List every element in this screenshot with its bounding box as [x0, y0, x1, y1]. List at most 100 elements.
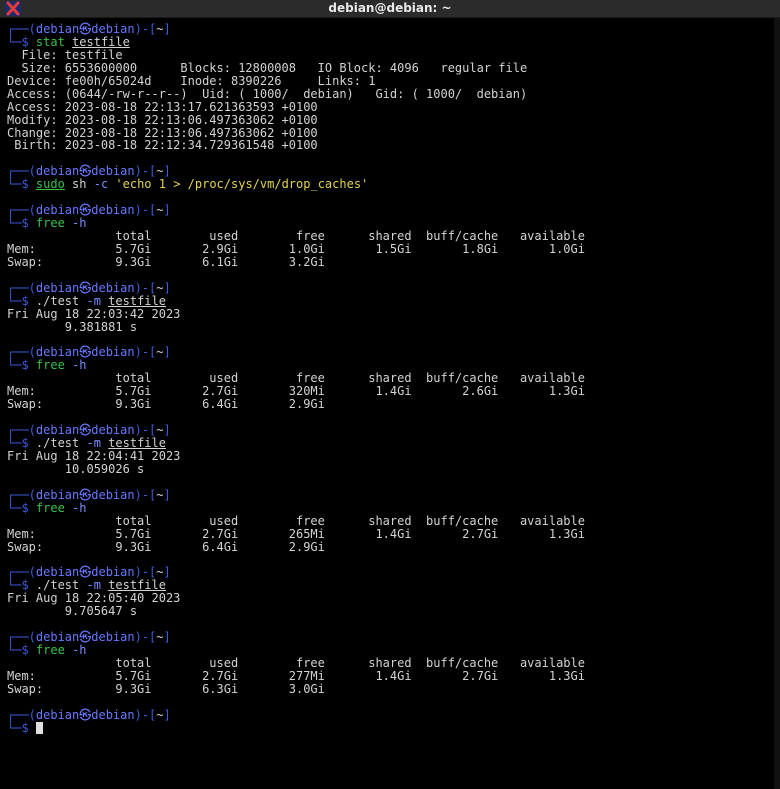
- command-line: └─$ free -h: [7, 644, 585, 657]
- prompt-user-host: debian㉿debian: [35, 487, 135, 502]
- prompt-user-host: debian㉿debian: [35, 630, 135, 645]
- command-token: sudo: [35, 177, 65, 192]
- terminal-lines: ┌──(debian㉿debian)-[~] └─$ stat testfile …: [7, 23, 585, 735]
- command-token: -m: [86, 293, 101, 308]
- terminal-output[interactable]: ┌──(debian㉿debian)-[~] └─$ stat testfile …: [0, 18, 774, 789]
- command-token: ./test: [35, 578, 80, 593]
- command-token: ./test: [35, 436, 80, 450]
- command-token: -m: [86, 578, 101, 593]
- output-line: Fri Aug 18 22:04:41 2023: [7, 448, 181, 463]
- prompt-arrow: └─$: [7, 578, 36, 593]
- prompt-line: ┌──(debian㉿debian)-[~]: [7, 204, 585, 217]
- command-token: -h: [72, 216, 87, 231]
- output-line: total used free shared buff/cache availa…: [7, 655, 585, 670]
- command-token: [65, 501, 72, 515]
- prompt-bracket: ┌──(: [7, 280, 36, 295]
- command-token: ./test: [35, 293, 80, 308]
- prompt-line: ┌──(debian㉿debian)-[~]: [7, 707, 585, 722]
- prompt-cwd: ~: [156, 487, 164, 502]
- command-token: sh: [64, 177, 94, 192]
- prompt-cwd: ~: [156, 630, 164, 645]
- command-token: testfile: [72, 34, 130, 49]
- output-line: Size: 6553600000 Blocks: 12800008 IO Blo…: [7, 60, 528, 75]
- command-token: testfile: [108, 578, 166, 593]
- command-token: -h: [72, 500, 87, 515]
- command-token: [65, 35, 72, 49]
- output-line: File: testfile: [7, 47, 123, 62]
- output-line: Swap: 9.3Gi 6.4Gi 2.9Gi: [7, 397, 325, 412]
- command-token: free: [35, 643, 65, 657]
- scrollbar[interactable]: [774, 18, 780, 789]
- prompt-cwd: ~: [156, 203, 164, 218]
- prompt-bracket: ┌──(: [7, 423, 36, 438]
- prompt-arrow: └─$: [7, 216, 36, 231]
- prompt-bracket: ]: [163, 203, 171, 218]
- command-line: └─$ sudo sh -c 'echo 1 > /proc/sys/vm/dr…: [7, 178, 585, 191]
- prompt-user-host: debian㉿debian: [35, 22, 135, 36]
- command-token: testfile: [108, 436, 166, 450]
- output-line: Modify: 2023-08-18 22:13:06.497363062 +0…: [7, 112, 318, 127]
- command-token: free: [35, 358, 65, 373]
- command-token: 'echo 1 > /proc/sys/vm/drop_caches': [115, 177, 369, 192]
- command-token: free: [35, 216, 65, 231]
- command-token: stat: [35, 34, 65, 49]
- prompt-bracket: ]: [163, 22, 171, 36]
- command-token: testfile: [108, 293, 166, 308]
- prompt-line: ┌──(debian㉿debian)-[~]: [7, 346, 585, 359]
- prompt-bracket: ┌──(: [7, 487, 36, 502]
- command-token: [79, 578, 86, 592]
- prompt-bracket: ]: [163, 630, 171, 645]
- output-line: 9.705647 s: [7, 604, 138, 619]
- prompt-bracket: )-[: [134, 630, 157, 645]
- prompt-bracket: ]: [163, 487, 171, 502]
- prompt-user-host: debian㉿debian: [35, 423, 135, 438]
- prompt-line: ┌──(debian㉿debian)-[~]: [7, 631, 585, 644]
- prompt-bracket: ┌──(: [7, 630, 36, 645]
- output-line: 10.059026 s: [7, 461, 145, 476]
- command-line: └─$ stat testfile: [7, 34, 585, 49]
- prompt-bracket: )-[: [134, 345, 157, 360]
- prompt-bracket: ]: [163, 345, 171, 360]
- output-line: 9.381881 s: [7, 319, 138, 334]
- prompt-arrow: └─$: [7, 34, 36, 49]
- prompt-bracket: )-[: [134, 707, 157, 722]
- output-line: Swap: 9.3Gi 6.3Gi 3.0Gi: [7, 681, 325, 696]
- prompt-user-host: debian㉿debian: [35, 707, 135, 722]
- output-line: Fri Aug 18 22:03:42 2023: [7, 306, 181, 321]
- command-token: -m: [86, 436, 101, 450]
- prompt-bracket: ]: [163, 280, 171, 295]
- output-line: Access: (0644/-rw-r--r--) Uid: ( 1000/ d…: [7, 86, 528, 101]
- command-token: [79, 294, 86, 308]
- command-token: free: [35, 500, 65, 515]
- command-line: └─$ free -h: [7, 500, 585, 515]
- prompt-bracket: ┌──(: [7, 22, 36, 36]
- prompt-cwd: ~: [156, 423, 164, 438]
- command-line: └─$ ./test -m testfile: [7, 293, 585, 308]
- prompt-cwd: ~: [156, 345, 164, 360]
- prompt-arrow: └─$: [7, 643, 36, 657]
- prompt-cwd: ~: [156, 707, 164, 722]
- prompt-arrow: └─$: [7, 720, 36, 735]
- output-line: total used free shared buff/cache availa…: [7, 513, 585, 528]
- prompt-arrow: └─$: [7, 177, 36, 192]
- command-token: -h: [72, 358, 87, 373]
- prompt-bracket: )-[: [134, 487, 157, 502]
- command-token: -c: [93, 177, 109, 192]
- output-line: total used free shared buff/cache availa…: [7, 229, 585, 243]
- prompt-bracket: )-[: [134, 22, 157, 36]
- command-token: [65, 643, 72, 657]
- prompt-bracket: ┌──(: [7, 707, 36, 722]
- prompt-arrow: └─$: [7, 358, 36, 373]
- prompt-user-host: debian㉿debian: [35, 280, 135, 295]
- command-token: -h: [72, 643, 87, 657]
- prompt-arrow: └─$: [7, 293, 36, 308]
- prompt-bracket: ]: [163, 707, 171, 722]
- output-line: Swap: 9.3Gi 6.1Gi 3.2Gi: [7, 254, 325, 269]
- prompt-cwd: ~: [156, 280, 164, 295]
- prompt-cwd: ~: [156, 22, 164, 36]
- command-token: [65, 216, 72, 230]
- output-line: Device: fe00h/65024d Inode: 8390226 Link…: [7, 73, 376, 88]
- cursor: [35, 721, 43, 734]
- prompt-bracket: ]: [163, 423, 171, 438]
- command-line: └─$: [7, 720, 585, 735]
